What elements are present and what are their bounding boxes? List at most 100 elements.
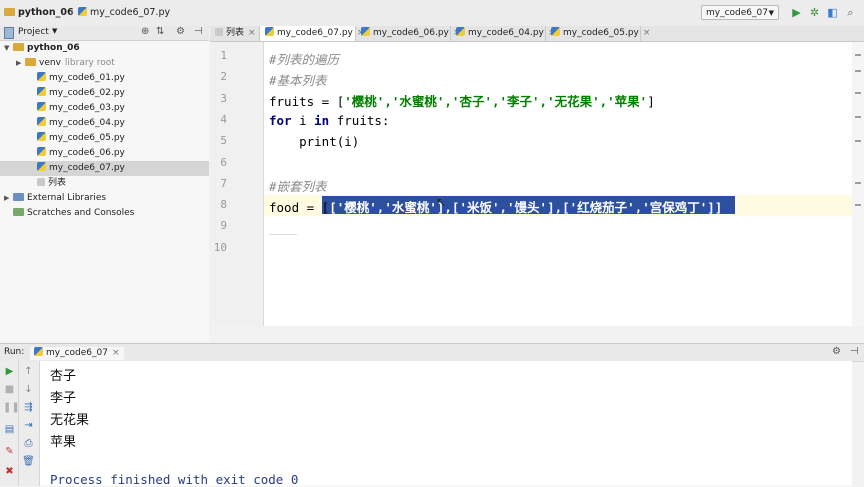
scroll-marker (855, 70, 861, 72)
gear-icon[interactable]: ⚙ (176, 26, 185, 37)
console-output-line: 李子 (50, 391, 77, 406)
locate-file-icon[interactable]: ⊕ (141, 26, 149, 37)
editor-tab[interactable]: 列表 × (210, 26, 260, 41)
run-tab[interactable]: my_code6_07 × (30, 347, 124, 360)
line-number: 4 (220, 112, 227, 126)
python-file-icon (78, 7, 87, 16)
clear-all-icon[interactable]: 🗑 (22, 455, 35, 468)
python-file-icon (265, 27, 274, 36)
run-console[interactable] (40, 361, 852, 486)
soft-wrap-icon[interactable]: ⇶ (22, 401, 35, 414)
editor-tab[interactable]: my_code6_04.py× (451, 26, 555, 41)
python-file-icon (456, 27, 465, 36)
folder-icon (25, 58, 36, 66)
line-number: 5 (220, 134, 227, 148)
hide-panel-icon[interactable]: ⊣ (194, 26, 203, 37)
editor-tab[interactable]: my_code6_07.py× (260, 26, 364, 41)
run-configuration-select[interactable]: my_code6_07 ▼ (701, 5, 779, 20)
scroll-up-icon[interactable]: ↑ (22, 365, 35, 378)
editor-tab-label: my_code6_06.py (373, 28, 449, 38)
chevron-down-icon[interactable]: ▼ (4, 41, 13, 56)
console-output-line: 无花果 (50, 413, 90, 428)
tree-item-label: my_code6_03.py (49, 103, 125, 113)
folder-icon (13, 43, 24, 51)
tree-item-label: External Libraries (27, 193, 107, 203)
tree-item-label: my_code6_07.py (49, 163, 125, 173)
tree-item[interactable]: my_code6_03.py (0, 101, 209, 116)
project-view-icon (4, 27, 14, 39)
editor-tab[interactable]: my_code6_06.py× (356, 26, 460, 41)
code-line-1: #列表的遍历 (269, 52, 340, 67)
scroll-to-end-icon[interactable]: ⇥ (22, 419, 35, 432)
tree-item[interactable]: 列表 (0, 176, 209, 191)
dump-threads-icon[interactable]: ▤ (3, 423, 16, 436)
scroll-marker (855, 54, 861, 56)
editor-gutter: 1 2 3 4 5 6 7 8 9 10 (210, 42, 264, 326)
editor-tab-label: 列表 (226, 28, 245, 38)
python-file-icon (37, 147, 46, 156)
chevron-down-icon[interactable]: ▼ (52, 27, 57, 35)
tree-item[interactable]: ▶ External Libraries (0, 191, 209, 206)
navigation-bar: python_06 › my_code6_07.py my_code6_07 ▼ … (0, 0, 864, 27)
editor-tab-label: my_code6_05.py (563, 28, 639, 38)
breadcrumb-file[interactable]: my_code6_07.py (78, 7, 170, 18)
rerun-icon[interactable]: ▶ (3, 365, 16, 378)
close-run-icon[interactable]: ✖ (3, 465, 16, 478)
chevron-right-icon[interactable]: ▶ (16, 56, 25, 71)
tree-item[interactable]: Scratches and Consoles (0, 206, 209, 221)
run-icon[interactable]: ▶ (790, 6, 803, 19)
debug-icon[interactable]: ✲ (808, 6, 821, 19)
close-icon[interactable]: × (248, 28, 256, 38)
tree-item-label: my_code6_01.py (49, 73, 125, 83)
collapse-all-icon[interactable]: ⇅ (156, 26, 164, 37)
stop-icon[interactable]: ■ (3, 383, 16, 396)
pause-icon[interactable]: ❚❚ (3, 401, 20, 414)
hide-panel-icon[interactable]: ⊣ (850, 346, 859, 357)
tree-item[interactable]: ▼ python_06 (0, 41, 209, 56)
scroll-down-icon[interactable]: ↓ (22, 383, 35, 396)
search-everywhere-icon[interactable]: ⌕ (844, 6, 857, 19)
tree-item[interactable]: ▶ venv library root (0, 56, 209, 71)
chevron-right-icon[interactable]: ▶ (4, 191, 13, 206)
tree-item-label: Scratches and Consoles (27, 208, 135, 218)
print-icon[interactable]: ⎙ (22, 437, 35, 450)
close-icon[interactable]: × (643, 28, 651, 38)
editor-scrollbar[interactable] (852, 42, 864, 326)
coverage-icon[interactable]: ◧ (826, 6, 839, 19)
line-number: 6 (220, 155, 227, 169)
python-file-icon (37, 162, 46, 171)
editor-tab-label: my_code6_07.py (277, 28, 353, 38)
code-editor[interactable] (264, 42, 852, 326)
python-file-icon (37, 87, 46, 96)
line-number: 10 (213, 240, 227, 254)
text-file-icon (37, 178, 45, 186)
scroll-marker (855, 140, 861, 142)
line-number: 7 (220, 176, 227, 190)
library-icon (13, 193, 24, 201)
close-icon[interactable]: × (112, 348, 120, 358)
breadcrumb-separator: › (70, 7, 74, 18)
tree-item[interactable]: my_code6_06.py (0, 146, 209, 161)
pin-tab-icon[interactable]: ✎ (3, 445, 16, 458)
tree-item[interactable]: my_code6_07.py (0, 161, 209, 176)
tree-item-label: python_06 (27, 43, 80, 53)
project-view-select[interactable]: Project (18, 27, 49, 37)
line-number: 1 (220, 49, 227, 62)
line-number: 3 (220, 91, 227, 105)
tree-item[interactable]: my_code6_05.py (0, 131, 209, 146)
code-line-2: #基本列表 (269, 73, 327, 88)
code-line-7: #嵌套列表 (269, 179, 327, 194)
mouse-cursor-icon: ↖ (436, 195, 447, 209)
run-toolbar-secondary: ↑ ↓ ⇶ ⇥ ⎙ 🗑 (19, 361, 40, 486)
scratches-icon (13, 208, 24, 216)
tree-item[interactable]: my_code6_01.py (0, 71, 209, 86)
text-file-icon (215, 28, 223, 36)
python-file-icon (37, 72, 46, 81)
line-number: 2 (220, 70, 227, 84)
gear-icon[interactable]: ⚙ (832, 346, 841, 357)
code-line-5: print(i) (269, 134, 360, 149)
editor-tab[interactable]: my_code6_05.py × (546, 26, 650, 41)
tree-item[interactable]: my_code6_04.py (0, 116, 209, 131)
tree-item[interactable]: my_code6_02.py (0, 86, 209, 101)
breadcrumb-project[interactable]: python_06 (4, 7, 74, 18)
